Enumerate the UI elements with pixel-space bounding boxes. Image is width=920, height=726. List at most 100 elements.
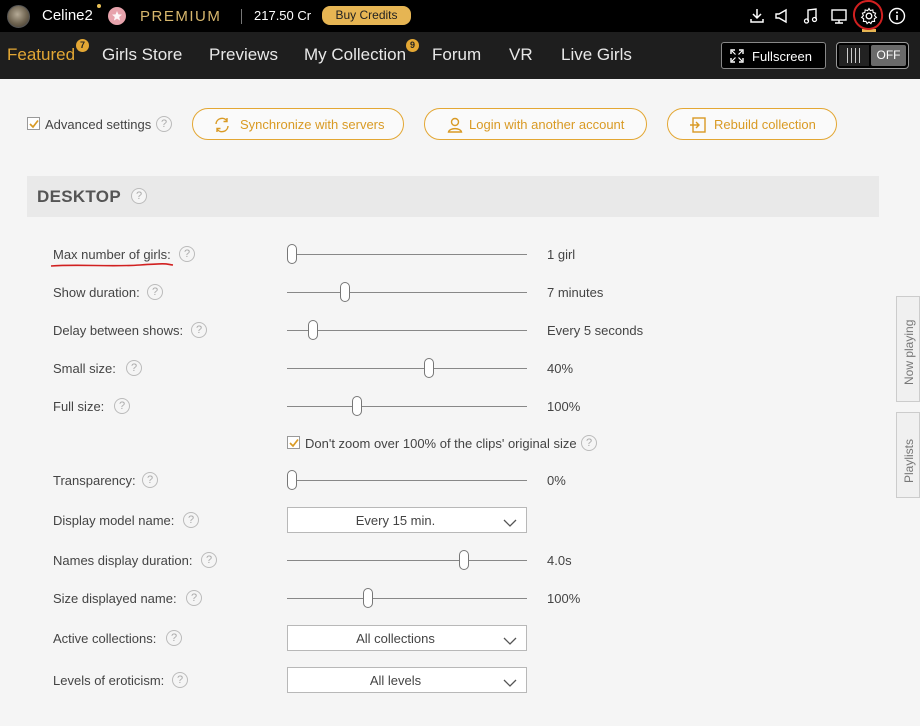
delay-slider[interactable] [287,330,527,331]
info-icon[interactable] [887,6,907,26]
download-icon[interactable] [747,6,767,26]
display-name-select[interactable]: Every 15 min. [287,507,527,533]
transparency-label: Transparency: [53,473,136,488]
full-size-value: 100% [547,399,581,414]
online-status-dot [97,4,101,8]
help-icon[interactable]: ? [186,590,202,606]
names-duration-slider-knob[interactable] [459,550,469,570]
names-duration-label: Names display duration: [53,553,193,568]
chevron-down-icon [503,516,517,531]
small-size-label: Small size: [53,361,116,376]
nav-featured[interactable]: Featured [7,45,75,65]
no-zoom-checkbox[interactable] [287,436,300,449]
mode-toggle[interactable]: OFF [836,42,909,69]
nav-my-collection[interactable]: My Collection [304,45,406,65]
annotation-underline [50,263,174,267]
now-playing-label: Now playing [902,319,916,385]
nav-forum[interactable]: Forum [432,45,481,65]
full-size-slider[interactable] [287,406,527,407]
small-size-slider-knob[interactable] [424,358,434,378]
help-icon[interactable]: ? [183,512,199,528]
annotation-circle [851,0,885,32]
username[interactable]: Celine2 [42,7,93,24]
section-header: DESKTOP ? [27,176,879,217]
size-name-slider-knob[interactable] [363,588,373,608]
help-icon[interactable]: ? [581,435,597,451]
nav-collection-badge: 9 [406,39,419,52]
advanced-settings-checkbox[interactable] [27,117,40,130]
rebuild-collection-button[interactable]: Rebuild collection [667,108,837,140]
help-icon[interactable]: ? [147,284,163,300]
show-duration-value: 7 minutes [547,285,604,300]
help-icon[interactable]: ? [156,116,172,132]
active-collections-label: Active collections: [53,631,157,646]
max-girls-slider-knob[interactable] [287,244,297,264]
help-icon[interactable]: ? [172,672,188,688]
monitor-icon[interactable] [829,6,849,26]
fullscreen-label: Fullscreen [752,49,812,64]
max-girls-value: 1 girl [547,247,576,262]
display-name-label: Display model name: [53,513,175,528]
playlists-tab[interactable]: Playlists [896,412,920,498]
help-icon[interactable]: ? [166,630,182,646]
sync-servers-label: Synchronize with servers [240,117,385,132]
now-playing-tab[interactable]: Now playing [896,296,920,402]
max-girls-slider[interactable] [287,254,527,255]
top-bar: Celine2 PREMIUM 217.50 Cr Buy Credits [0,0,920,32]
premium-label: PREMIUM [140,8,222,25]
help-icon[interactable]: ? [114,398,130,414]
size-name-label: Size displayed name: [53,591,177,606]
buy-credits-button[interactable]: Buy Credits [322,6,411,25]
login-another-account-button[interactable]: Login with another account [424,108,647,140]
show-duration-label: Show duration: [53,285,140,300]
eroticism-select[interactable]: All levels [287,667,527,693]
megaphone-icon[interactable] [772,6,792,26]
rank-badge-icon[interactable] [108,7,126,25]
nav-previews[interactable]: Previews [209,45,278,65]
display-name-select-value: Every 15 min. [355,513,436,528]
help-icon[interactable]: ? [201,552,217,568]
rebuild-icon [689,116,709,137]
transparency-slider-knob[interactable] [287,470,297,490]
small-size-slider[interactable] [287,368,527,369]
delay-value: Every 5 seconds [547,323,644,338]
nav-live-girls[interactable]: Live Girls [561,45,632,65]
help-icon[interactable]: ? [191,322,207,338]
user-icon [446,116,464,137]
names-duration-value: 4.0s [547,553,572,568]
help-icon[interactable]: ? [179,246,195,262]
full-size-slider-knob[interactable] [352,396,362,416]
music-icon[interactable] [801,6,821,26]
sync-servers-button[interactable]: Synchronize with servers [192,108,404,140]
rebuild-collection-label: Rebuild collection [714,117,816,132]
fullscreen-icon [730,49,744,66]
delay-slider-knob[interactable] [308,320,318,340]
toggle-knob [839,45,869,66]
show-duration-slider-knob[interactable] [340,282,350,302]
advanced-settings-label: Advanced settings [45,117,152,132]
avatar[interactable] [7,5,30,28]
small-size-value: 40% [547,361,574,376]
help-icon[interactable]: ? [142,472,158,488]
delay-label: Delay between shows: [53,323,184,338]
chevron-down-icon [503,676,517,691]
show-duration-slider[interactable] [287,292,527,293]
transparency-value: 0% [547,473,566,488]
fullscreen-button[interactable]: Fullscreen [721,42,826,69]
help-icon[interactable]: ? [131,188,147,204]
chevron-down-icon [503,634,517,649]
names-duration-slider[interactable] [287,560,527,561]
sync-icon [213,116,231,137]
nav-girls-store[interactable]: Girls Store [102,45,182,65]
transparency-slider[interactable] [287,480,527,481]
eroticism-select-value: All levels [369,673,422,688]
nav-vr[interactable]: VR [509,45,533,65]
section-title: DESKTOP [37,187,121,206]
active-collections-select[interactable]: All collections [287,625,527,651]
help-icon[interactable]: ? [126,360,142,376]
size-name-slider[interactable] [287,598,527,599]
playlists-label: Playlists [902,438,916,483]
max-girls-label: Max number of girls: [53,247,171,262]
full-size-label: Full size: [53,399,105,414]
no-zoom-label: Don't zoom over 100% of the clips' origi… [305,436,577,451]
